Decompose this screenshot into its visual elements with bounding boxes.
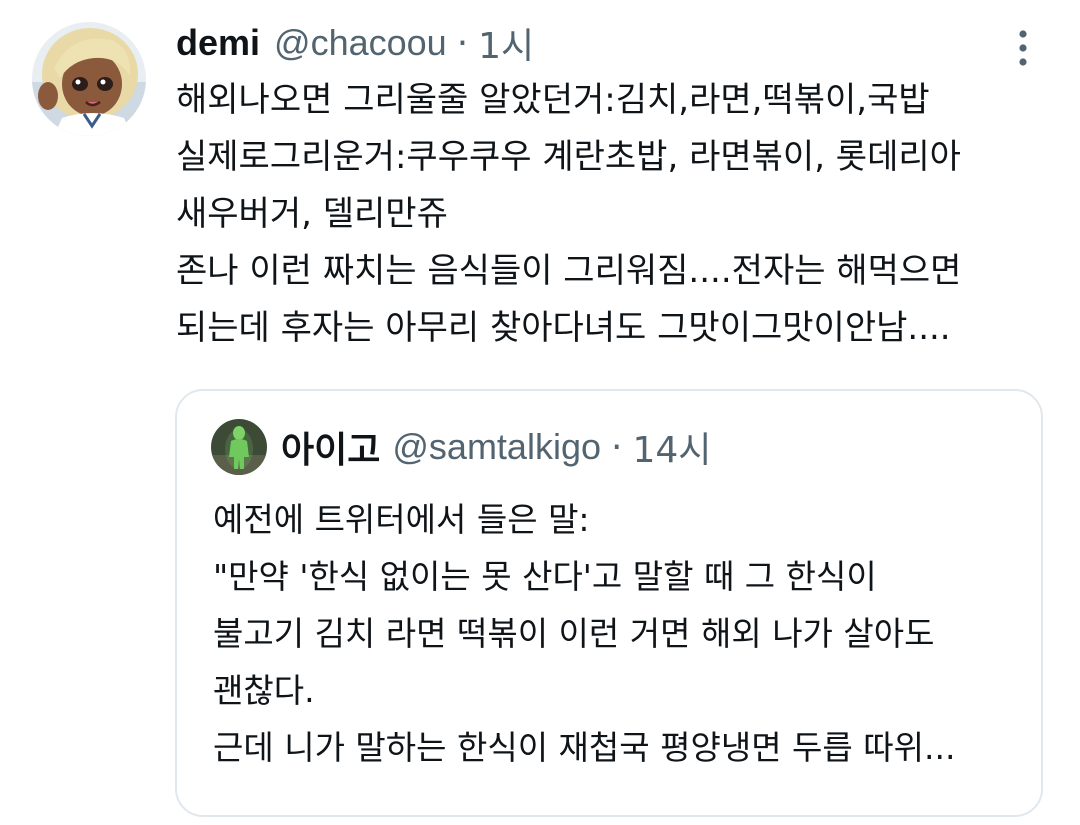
vertical-dots-icon: [1019, 30, 1027, 66]
author-avatar[interactable]: [32, 22, 146, 136]
more-options-button[interactable]: [1006, 26, 1040, 70]
tweet-header: demi @chacoou · 1시: [176, 17, 534, 69]
tweet-text-line: 되는데 후자는 아무리 찾아다녀도 그맛이그맛이안남....: [176, 308, 951, 348]
quoted-author-handle: @samtalkigo: [392, 426, 601, 467]
quoted-tweet-text: 예전에 트위터에서 들은 말: "만약 '한식 없이는 못 산다'고 말할 때 …: [213, 491, 1033, 776]
quoted-avatar-figure-icon: [211, 419, 267, 475]
quoted-text-line: "만약 '한식 없이는 못 산다'고 말할 때 그 한식이: [213, 557, 877, 596]
quoted-text-line: 불고기 김치 라면 떡볶이 이런 거면 해외 나가 살아도: [213, 614, 935, 653]
tweet-text-line: 실제로그리운거:쿠우쿠우 계란초밥, 라면볶이, 롯데리아: [176, 137, 961, 177]
separator-dot: ·: [456, 22, 469, 64]
quoted-author-avatar: [211, 419, 267, 475]
avatar-illustration-icon: [32, 22, 146, 136]
quoted-tweet-timestamp: 14시: [632, 430, 712, 471]
quoted-separator-dot: ·: [611, 426, 623, 468]
quoted-tweet-header: 아이고 @samtalkigo · 14시: [281, 425, 711, 471]
author-display-name[interactable]: demi: [176, 22, 260, 64]
quoted-author-display-name: 아이고: [281, 430, 381, 471]
quoted-tweet-card[interactable]: 아이고 @samtalkigo · 14시 예전에 트위터에서 들은 말: "만…: [175, 389, 1043, 817]
tweet-text: 해외나오면 그리울줄 알았던거:김치,라면,떡볶이,국밥 실제로그리운거:쿠우쿠…: [176, 72, 1056, 357]
quoted-text-line: 괜찮다.: [213, 671, 315, 710]
tweet-text-line: 존나 이런 짜치는 음식들이 그리워짐....전자는 해먹으면: [176, 251, 962, 291]
author-handle[interactable]: @chacoou: [274, 22, 447, 64]
tweet-timestamp[interactable]: 1시: [478, 17, 534, 69]
quoted-text-line: 예전에 트위터에서 들은 말:: [213, 500, 590, 539]
tweet-text-line: 해외나오면 그리울줄 알았던거:김치,라면,떡볶이,국밥: [176, 80, 930, 120]
quoted-text-line: 근데 니가 말하는 한식이 재첩국 평양냉면 두릅 따위...: [213, 728, 956, 767]
tweet-text-line: 새우버거, 델리만쥬: [176, 194, 448, 234]
tweet: demi @chacoou · 1시 해외나오면 그리울줄 알았던거:김치,라면…: [0, 0, 1080, 825]
